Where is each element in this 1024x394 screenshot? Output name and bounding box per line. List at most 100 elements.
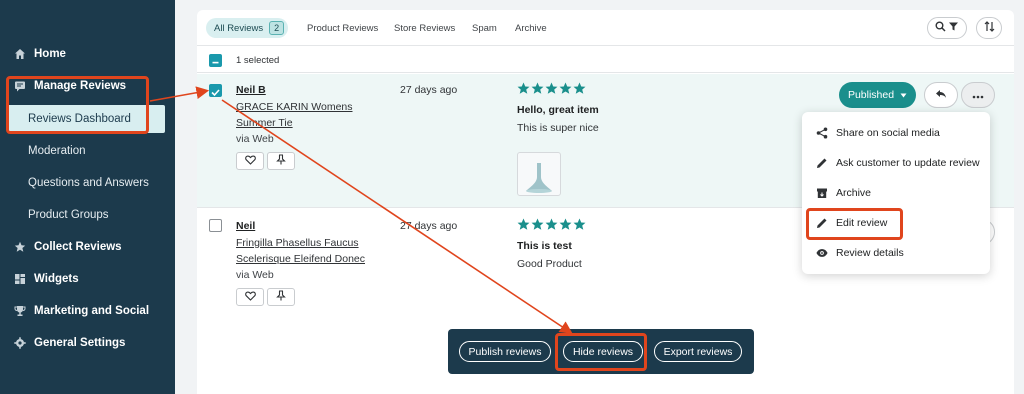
chat-icon — [14, 80, 26, 92]
sidebar-item-questions-and-answers[interactable]: Questions and Answers — [0, 169, 175, 197]
sidebar-item-label: Home — [34, 48, 66, 60]
sidebar-item-moderation[interactable]: Moderation — [0, 137, 175, 165]
more-actions-menu: Share on social media Ask customer to up… — [802, 112, 990, 274]
pin-button[interactable] — [267, 288, 295, 306]
sidebar-item-label: Questions and Answers — [28, 177, 149, 189]
filter-icon — [948, 19, 959, 37]
sidebar-item-label: Manage Reviews — [34, 80, 127, 92]
reply-button[interactable] — [924, 82, 958, 108]
search-icon — [935, 19, 946, 37]
review-date: 27 days ago — [400, 220, 458, 232]
review-title: This is test — [517, 240, 572, 252]
sidebar-item-label: Collect Reviews — [34, 241, 122, 253]
sort-button[interactable] — [976, 17, 1002, 39]
tab-product-reviews[interactable]: Product Reviews — [307, 18, 378, 38]
menu-item-review-details[interactable]: Review details — [802, 238, 990, 268]
more-actions-button[interactable] — [961, 82, 995, 108]
sort-icon — [984, 19, 995, 37]
tab-spam[interactable]: Spam — [472, 18, 497, 38]
favorite-button[interactable] — [236, 288, 264, 306]
sidebar-item-manage-reviews[interactable]: Manage Reviews — [0, 72, 175, 100]
sidebar-item-home[interactable]: Home — [0, 40, 175, 68]
gear-icon — [14, 337, 26, 349]
sidebar: Home Manage Reviews Reviews Dashboard Mo… — [0, 0, 175, 394]
review-body: This is super nice — [517, 122, 599, 134]
select-all-checkbox[interactable] — [209, 54, 222, 67]
widgets-icon — [14, 273, 26, 285]
favorite-button[interactable] — [236, 152, 264, 170]
pin-button[interactable] — [267, 152, 295, 170]
home-icon — [14, 48, 26, 60]
share-icon — [816, 127, 828, 139]
review-source: via Web — [236, 133, 274, 145]
star-icon — [559, 218, 572, 236]
hide-reviews-button[interactable]: Hide reviews — [563, 341, 643, 362]
review-product-link[interactable]: Fringilla Phasellus Faucus Scelerisque E… — [236, 235, 376, 267]
tab-label: All Reviews — [214, 22, 264, 34]
pin-icon — [276, 288, 286, 306]
button-label: Hide reviews — [572, 345, 634, 358]
heart-icon — [244, 288, 256, 306]
publish-reviews-button[interactable]: Publish reviews — [459, 341, 551, 362]
search-filter-button[interactable] — [927, 17, 967, 39]
review-title: Hello, great item — [517, 104, 599, 116]
tab-store-reviews[interactable]: Store Reviews — [394, 18, 455, 38]
sidebar-item-product-groups[interactable]: Product Groups — [0, 201, 175, 229]
menu-item-ask-customer[interactable]: Ask customer to update review — [802, 148, 990, 178]
star-icon — [573, 218, 586, 236]
tab-label: Spam — [472, 22, 497, 34]
eye-icon — [816, 247, 828, 259]
tab-all-reviews[interactable]: All Reviews 2 — [206, 18, 289, 38]
sidebar-item-collect-reviews[interactable]: Collect Reviews — [0, 233, 175, 261]
review-author[interactable]: Neil — [236, 220, 255, 232]
review-body: Good Product — [517, 258, 582, 270]
status-dropdown-button[interactable]: Published — [839, 82, 916, 108]
export-reviews-button[interactable]: Export reviews — [654, 341, 742, 362]
star-icon — [559, 82, 572, 100]
heart-icon — [244, 152, 256, 170]
row-checkbox[interactable] — [209, 219, 222, 232]
sidebar-item-label: Marketing and Social — [34, 305, 150, 317]
review-photo-thumbnail[interactable] — [517, 152, 561, 196]
sidebar-item-label: Widgets — [34, 273, 79, 285]
row-checkbox[interactable] — [209, 84, 222, 97]
tab-archive[interactable]: Archive — [515, 18, 547, 38]
sidebar-item-marketing-and-social[interactable]: Marketing and Social — [0, 297, 175, 325]
review-date: 27 days ago — [400, 84, 458, 96]
status-label: Published — [847, 89, 895, 101]
reply-icon — [935, 86, 947, 104]
selected-count: 1 selected — [236, 55, 280, 66]
sidebar-item-label: General Settings — [34, 337, 126, 349]
star-rating — [517, 82, 586, 100]
menu-item-share[interactable]: Share on social media — [802, 118, 990, 148]
star-rating — [517, 218, 586, 236]
tab-bar: All Reviews 2 Product Reviews Store Revi… — [197, 10, 1014, 46]
button-label: Publish reviews — [468, 345, 542, 358]
review-product-link[interactable]: GRACE KARIN Womens Summer Tie — [236, 99, 376, 131]
archive-icon — [816, 187, 828, 199]
sidebar-item-label: Moderation — [28, 145, 86, 157]
star-icon — [531, 82, 544, 100]
button-label: Export reviews — [663, 345, 733, 358]
menu-item-label: Review details — [836, 247, 904, 259]
sidebar-item-widgets[interactable]: Widgets — [0, 265, 175, 293]
star-icon — [573, 82, 586, 100]
menu-item-label: Share on social media — [836, 127, 940, 139]
trophy-icon — [14, 305, 26, 317]
sidebar-item-reviews-dashboard[interactable]: Reviews Dashboard — [7, 105, 165, 133]
review-author[interactable]: Neil B — [236, 84, 266, 96]
sidebar-item-label: Product Groups — [28, 209, 109, 221]
star-icon — [517, 82, 530, 100]
caret-down-icon — [900, 89, 907, 101]
selection-bar: 1 selected — [197, 47, 1014, 73]
menu-item-label: Archive — [836, 187, 872, 199]
menu-item-edit-review[interactable]: Edit review — [802, 208, 990, 238]
sidebar-item-general-settings[interactable]: General Settings — [0, 329, 175, 357]
review-count-badge: 2 — [269, 21, 285, 35]
tab-label: Store Reviews — [394, 22, 456, 34]
menu-item-label: Ask customer to update review — [836, 157, 980, 169]
star-icon — [531, 218, 544, 236]
star-icon — [545, 82, 558, 100]
bulk-action-bar: Publish reviews Hide reviews Export revi… — [448, 329, 754, 374]
menu-item-archive[interactable]: Archive — [802, 178, 990, 208]
